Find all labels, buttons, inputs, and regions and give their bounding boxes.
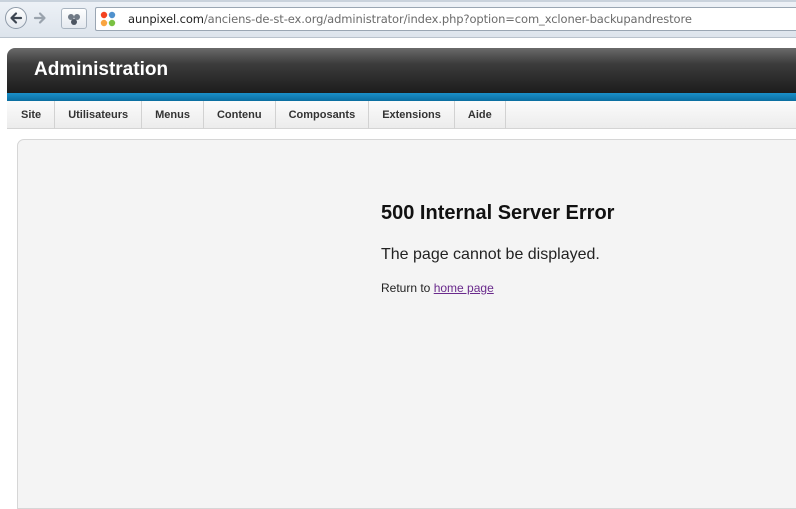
home-page-link[interactable]: home page [434, 281, 494, 295]
back-arrow-icon [10, 12, 23, 24]
joomla-favicon-icon [100, 11, 116, 27]
menu-item-extensions[interactable]: Extensions [369, 101, 455, 129]
menu-item-menus[interactable]: Menus [142, 101, 204, 129]
return-prefix: Return to [381, 281, 431, 295]
url-host: aunpixel.com [128, 12, 204, 26]
menu-item-site[interactable]: Site [7, 101, 56, 129]
forward-arrow-icon [33, 12, 46, 24]
admin-menu: Site Utilisateurs Menus Contenu Composan… [7, 101, 796, 129]
address-bar[interactable]: aunpixel.com/anciens-de-st-ex.org/admini… [95, 7, 796, 31]
page-title: Administration [34, 59, 169, 80]
content-panel [17, 139, 796, 509]
url-path: /anciens-de-st-ex.org/administrator/inde… [203, 12, 692, 26]
header-accent-stripe [7, 93, 796, 101]
url-text: aunpixel.com/anciens-de-st-ex.org/admini… [128, 12, 692, 26]
browser-toolbar: aunpixel.com/anciens-de-st-ex.org/admini… [0, 0, 796, 38]
menu-item-aide[interactable]: Aide [455, 101, 506, 129]
admin-header: Administration [7, 48, 796, 93]
extension-icon [68, 13, 80, 25]
menu-item-contenu[interactable]: Contenu [204, 101, 276, 129]
site-favicon [96, 8, 120, 30]
menu-item-composants[interactable]: Composants [276, 101, 370, 129]
extension-button[interactable] [61, 8, 87, 29]
return-line: Return to home page [381, 281, 494, 295]
back-button[interactable] [5, 7, 27, 29]
error-title: 500 Internal Server Error [381, 202, 615, 224]
forward-button[interactable] [29, 7, 51, 29]
tab-strip-edge [0, 0, 796, 2]
menu-item-utilisateurs[interactable]: Utilisateurs [55, 101, 143, 129]
error-message: The page cannot be displayed. [381, 246, 600, 263]
